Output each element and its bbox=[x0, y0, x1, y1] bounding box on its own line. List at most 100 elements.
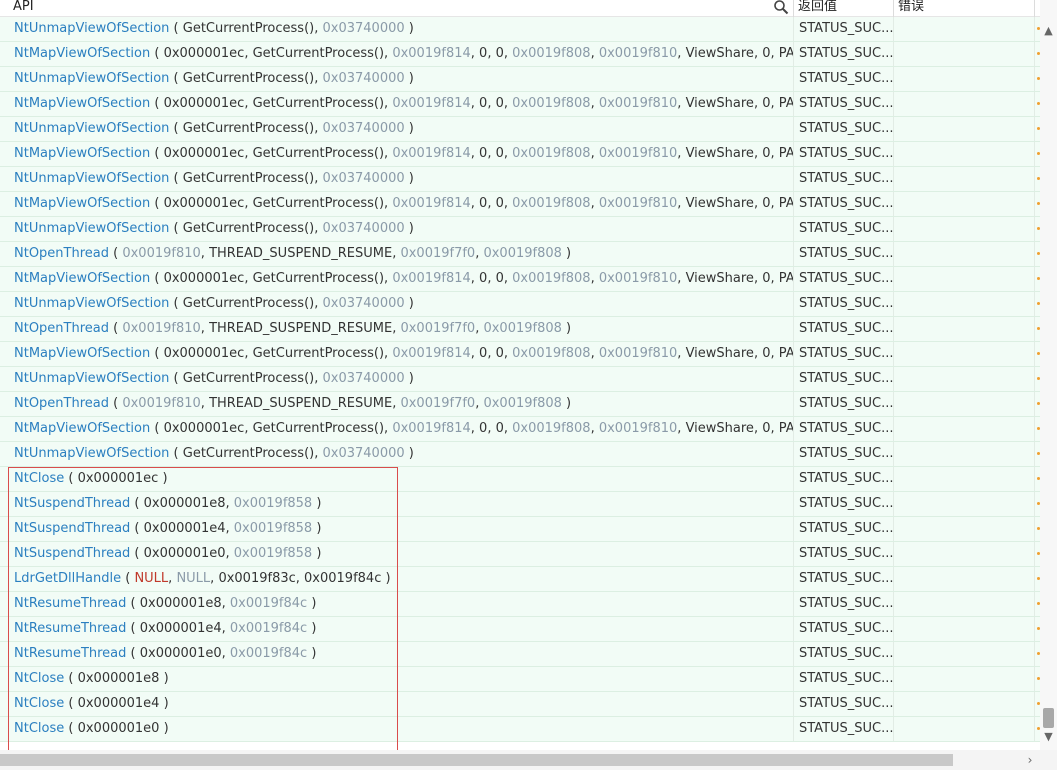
table-row[interactable]: NtUnmapViewOfSection ( GetCurrentProcess… bbox=[0, 217, 1040, 242]
function-name-link[interactable]: NtMapViewOfSection bbox=[14, 46, 150, 61]
function-name-link[interactable]: NtResumeThread bbox=[14, 621, 126, 636]
table-row[interactable]: NtUnmapViewOfSection ( GetCurrentProcess… bbox=[0, 442, 1040, 467]
argument-value[interactable]: 0x0019f808 bbox=[512, 46, 590, 61]
function-name-link[interactable]: NtMapViewOfSection bbox=[14, 346, 150, 361]
function-name-link[interactable]: NtUnmapViewOfSection bbox=[14, 21, 169, 36]
argument-value[interactable]: 0x0019f814 bbox=[392, 196, 470, 211]
table-row[interactable]: NtUnmapViewOfSection ( GetCurrentProcess… bbox=[0, 167, 1040, 192]
argument-value[interactable]: 0x0019f810 bbox=[599, 196, 677, 211]
argument-value[interactable]: 0x0019f7f0 bbox=[400, 246, 475, 261]
search-icon[interactable] bbox=[773, 0, 789, 15]
horizontal-scrollbar[interactable]: › bbox=[0, 750, 1040, 770]
table-row[interactable]: NtResumeThread ( 0x000001e0, 0x0019f84c … bbox=[0, 642, 1040, 667]
function-name-link[interactable]: NtUnmapViewOfSection bbox=[14, 296, 169, 311]
argument-value[interactable]: 0x0019f808 bbox=[512, 346, 590, 361]
argument-value[interactable]: 0x0019f808 bbox=[512, 196, 590, 211]
function-name-link[interactable]: NtOpenThread bbox=[14, 396, 109, 411]
argument-value[interactable]: 0x03740000 bbox=[323, 21, 405, 36]
function-name-link[interactable]: NtMapViewOfSection bbox=[14, 271, 150, 286]
argument-value[interactable]: 0x0019f7f0 bbox=[400, 321, 475, 336]
function-name-link[interactable]: NtSuspendThread bbox=[14, 496, 130, 511]
table-row[interactable]: NtOpenThread ( 0x0019f810, THREAD_SUSPEN… bbox=[0, 392, 1040, 417]
scroll-down-icon[interactable]: ▼ bbox=[1040, 730, 1057, 744]
function-name-link[interactable]: NtMapViewOfSection bbox=[14, 96, 150, 111]
argument-value[interactable]: 0x0019f810 bbox=[599, 271, 677, 286]
argument-value[interactable]: 0x0019f810 bbox=[122, 246, 200, 261]
function-name-link[interactable]: NtUnmapViewOfSection bbox=[14, 171, 169, 186]
function-name-link[interactable]: NtOpenThread bbox=[14, 321, 109, 336]
table-row[interactable]: NtSuspendThread ( 0x000001e0, 0x0019f858… bbox=[0, 542, 1040, 567]
function-name-link[interactable]: NtMapViewOfSection bbox=[14, 421, 150, 436]
table-row[interactable]: NtClose ( 0x000001e0 ) STATUS_SUC... bbox=[0, 717, 1040, 742]
table-row[interactable]: NtMapViewOfSection ( 0x000001ec, GetCurr… bbox=[0, 267, 1040, 292]
argument-value[interactable]: 0x0019f808 bbox=[483, 246, 561, 261]
vertical-scroll-thumb[interactable] bbox=[1043, 708, 1054, 728]
table-row[interactable]: NtSuspendThread ( 0x000001e8, 0x0019f858… bbox=[0, 492, 1040, 517]
argument-value[interactable]: 0x0019f808 bbox=[512, 271, 590, 286]
table-row[interactable]: NtUnmapViewOfSection ( GetCurrentProcess… bbox=[0, 367, 1040, 392]
horizontal-scroll-thumb[interactable] bbox=[0, 754, 953, 766]
argument-value[interactable]: 0x03740000 bbox=[323, 121, 405, 136]
function-name-link[interactable]: NtResumeThread bbox=[14, 646, 126, 661]
argument-value[interactable]: 0x0019f84c bbox=[230, 646, 307, 661]
table-row[interactable]: NtSuspendThread ( 0x000001e4, 0x0019f858… bbox=[0, 517, 1040, 542]
function-name-link[interactable]: NtUnmapViewOfSection bbox=[14, 371, 169, 386]
table-row[interactable]: NtUnmapViewOfSection ( GetCurrentProcess… bbox=[0, 17, 1040, 42]
function-name-link[interactable]: NtUnmapViewOfSection bbox=[14, 221, 169, 236]
table-row[interactable]: NtMapViewOfSection ( 0x000001ec, GetCurr… bbox=[0, 417, 1040, 442]
argument-value[interactable]: 0x0019f808 bbox=[483, 396, 561, 411]
argument-value[interactable]: 0x0019f814 bbox=[392, 96, 470, 111]
argument-value[interactable]: 0x0019f814 bbox=[392, 421, 470, 436]
argument-value[interactable]: 0x0019f810 bbox=[599, 146, 677, 161]
table-row[interactable]: NtMapViewOfSection ( 0x000001ec, GetCurr… bbox=[0, 342, 1040, 367]
argument-value[interactable]: 0x0019f7f0 bbox=[400, 396, 475, 411]
table-row[interactable]: NtResumeThread ( 0x000001e8, 0x0019f84c … bbox=[0, 592, 1040, 617]
argument-value[interactable]: 0x0019f810 bbox=[599, 96, 677, 111]
argument-value[interactable]: 0x0019f808 bbox=[512, 96, 590, 111]
function-name-link[interactable]: NtClose bbox=[14, 671, 64, 686]
argument-value[interactable]: 0x0019f810 bbox=[599, 346, 677, 361]
table-row[interactable]: NtMapViewOfSection ( 0x000001ec, GetCurr… bbox=[0, 92, 1040, 117]
argument-value[interactable]: 0x0019f810 bbox=[599, 421, 677, 436]
argument-value[interactable]: 0x0019f858 bbox=[234, 546, 312, 561]
table-row[interactable]: NtClose ( 0x000001ec ) STATUS_SUC... bbox=[0, 467, 1040, 492]
scroll-right-icon[interactable]: › bbox=[1020, 750, 1040, 770]
argument-value[interactable]: 0x0019f858 bbox=[234, 521, 312, 536]
table-row[interactable]: NtUnmapViewOfSection ( GetCurrentProcess… bbox=[0, 67, 1040, 92]
argument-value[interactable]: 0x0019f808 bbox=[483, 321, 561, 336]
argument-value[interactable]: 0x03740000 bbox=[323, 171, 405, 186]
function-name-link[interactable]: NtUnmapViewOfSection bbox=[14, 121, 169, 136]
function-name-link[interactable]: NtClose bbox=[14, 721, 64, 736]
function-name-link[interactable]: NtSuspendThread bbox=[14, 521, 130, 536]
argument-value[interactable]: 0x0019f808 bbox=[512, 421, 590, 436]
column-header-api[interactable]: API bbox=[0, 0, 793, 17]
argument-value[interactable]: 0x03740000 bbox=[323, 71, 405, 86]
argument-value[interactable]: 0x0019f814 bbox=[392, 346, 470, 361]
table-row[interactable]: LdrGetDllHandle ( NULL, NULL, 0x0019f83c… bbox=[0, 567, 1040, 592]
table-row[interactable]: NtOpenThread ( 0x0019f810, THREAD_SUSPEN… bbox=[0, 242, 1040, 267]
argument-value[interactable]: 0x0019f814 bbox=[392, 146, 470, 161]
argument-value[interactable]: 0x03740000 bbox=[323, 446, 405, 461]
table-row[interactable]: NtClose ( 0x000001e8 ) STATUS_SUC... bbox=[0, 667, 1040, 692]
function-name-link[interactable]: NtResumeThread bbox=[14, 596, 126, 611]
table-row[interactable]: NtResumeThread ( 0x000001e4, 0x0019f84c … bbox=[0, 617, 1040, 642]
argument-value[interactable]: 0x0019f808 bbox=[512, 146, 590, 161]
table-row[interactable]: NtUnmapViewOfSection ( GetCurrentProcess… bbox=[0, 292, 1040, 317]
argument-value[interactable]: 0x0019f814 bbox=[392, 46, 470, 61]
argument-value[interactable]: 0x03740000 bbox=[323, 221, 405, 236]
argument-value[interactable]: 0x0019f84c bbox=[230, 621, 307, 636]
table-row[interactable]: NtMapViewOfSection ( 0x000001ec, GetCurr… bbox=[0, 142, 1040, 167]
argument-value[interactable]: 0x0019f858 bbox=[234, 496, 312, 511]
argument-value[interactable]: 0x0019f810 bbox=[122, 396, 200, 411]
table-row[interactable]: NtClose ( 0x000001e4 ) STATUS_SUC... bbox=[0, 692, 1040, 717]
argument-value[interactable]: 0x0019f810 bbox=[599, 46, 677, 61]
argument-value[interactable]: 0x03740000 bbox=[323, 296, 405, 311]
vertical-scrollbar[interactable]: ▲ ▼ bbox=[1040, 0, 1057, 750]
function-name-link[interactable]: NtClose bbox=[14, 696, 64, 711]
table-row[interactable]: NtOpenThread ( 0x0019f810, THREAD_SUSPEN… bbox=[0, 317, 1040, 342]
function-name-link[interactable]: LdrGetDllHandle bbox=[14, 571, 121, 586]
argument-value[interactable]: 0x0019f814 bbox=[392, 271, 470, 286]
column-header-return[interactable]: 返回值 bbox=[793, 0, 893, 17]
function-name-link[interactable]: NtUnmapViewOfSection bbox=[14, 71, 169, 86]
argument-value[interactable]: 0x0019f84c bbox=[230, 596, 307, 611]
